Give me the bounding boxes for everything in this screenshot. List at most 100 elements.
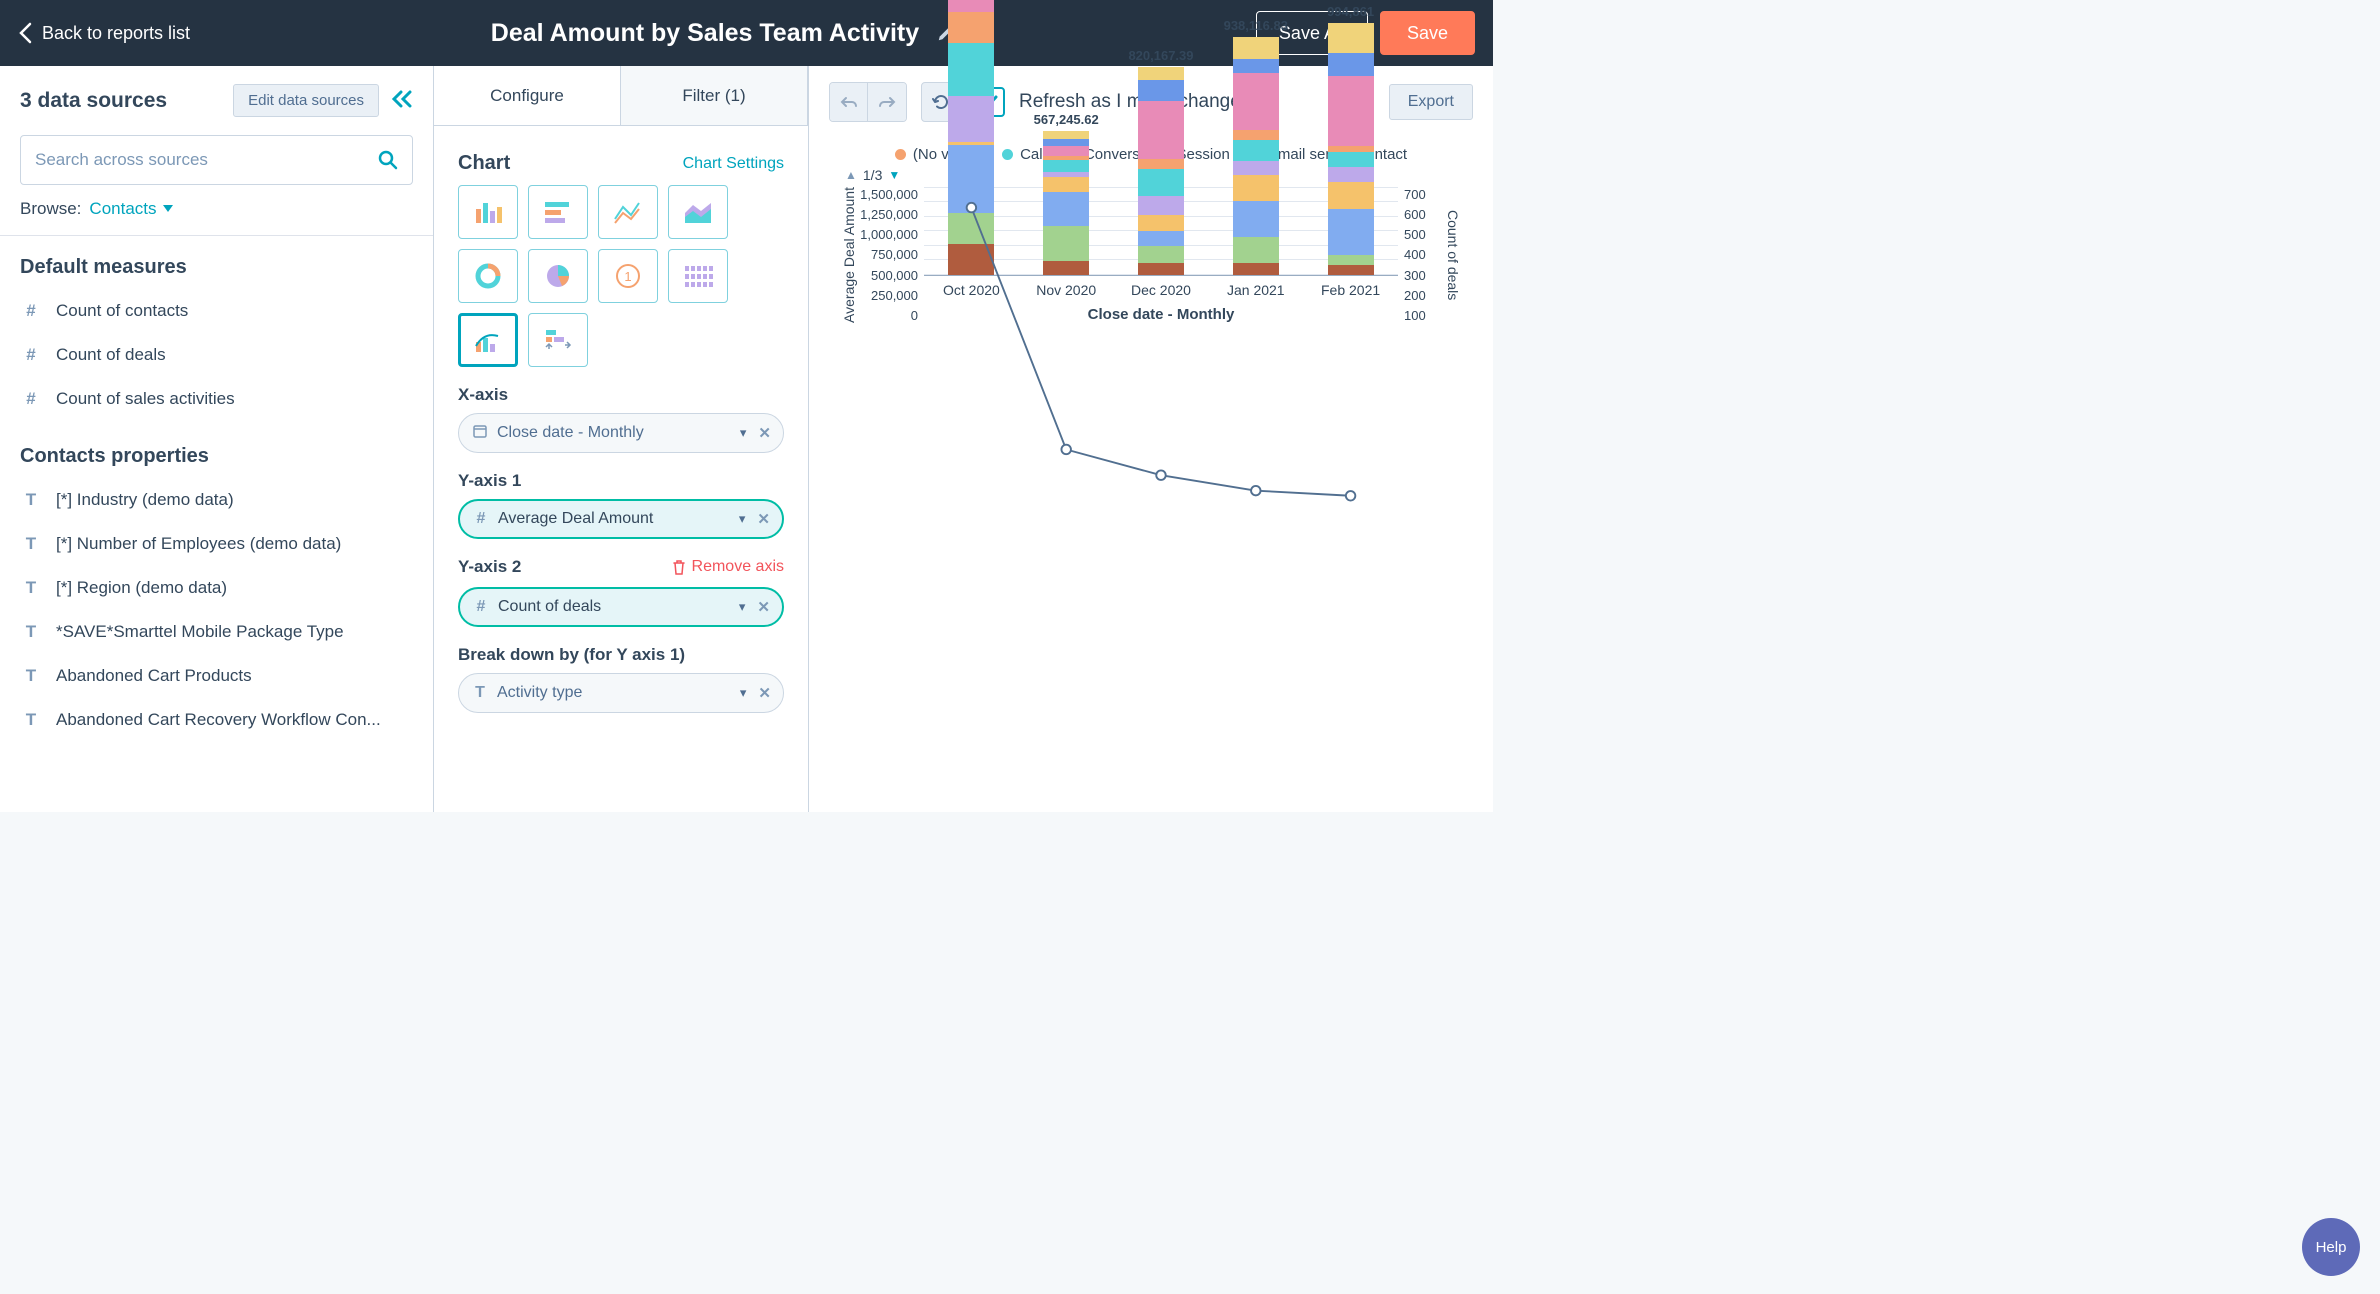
chart-type-donut[interactable] — [458, 249, 518, 303]
stacked-bar[interactable] — [1138, 67, 1184, 275]
legend-page-next[interactable]: ▼ — [888, 168, 900, 182]
y-right-tick: 700 — [1404, 187, 1437, 202]
property-label: *SAVE*Smarttel Mobile Package Type — [56, 622, 344, 642]
bar-slot: 820,167.39 — [1114, 187, 1209, 275]
bar-segment — [1328, 182, 1374, 210]
bar-segment — [1233, 263, 1279, 275]
remove-axis-link[interactable]: Remove axis — [672, 558, 784, 576]
remove-y1-axis-button[interactable]: ✕ — [757, 510, 770, 528]
search-input[interactable] — [35, 150, 378, 170]
search-sources-field[interactable] — [20, 135, 413, 185]
legend-item[interactable]: Call — [1002, 146, 1046, 163]
chart-type-column[interactable] — [458, 185, 518, 239]
bar-total-label: 938,116.83 — [1191, 18, 1321, 33]
text-type-icon: T — [20, 490, 42, 510]
stacked-bar[interactable] — [1328, 23, 1374, 275]
property-item[interactable]: T[*] Region (demo data) — [8, 566, 425, 610]
break-down-field[interactable]: T Activity type ▾ ✕ — [458, 673, 784, 713]
tab-filter[interactable]: Filter (1) — [620, 66, 808, 126]
calendar-icon — [471, 424, 489, 443]
y-axis-right-title: Count of deals — [1443, 187, 1463, 323]
chart-type-bar[interactable] — [528, 185, 588, 239]
chart-type-table[interactable] — [668, 249, 728, 303]
undo-icon — [840, 94, 858, 110]
default-measures-heading: Default measures — [0, 236, 433, 285]
measure-item[interactable]: #Count of sales activities — [8, 377, 425, 421]
property-label: Abandoned Cart Recovery Workflow Con... — [56, 710, 381, 730]
chart-type-line[interactable] — [598, 185, 658, 239]
remove-x-axis-button[interactable]: ✕ — [758, 424, 771, 442]
help-fab[interactable]: Help — [2302, 1218, 2360, 1276]
line-point[interactable] — [1251, 486, 1260, 495]
bar-segment — [1328, 53, 1374, 76]
stacked-bar[interactable] — [1233, 37, 1279, 275]
undo-button[interactable] — [830, 83, 868, 121]
measure-item[interactable]: #Count of contacts — [8, 289, 425, 333]
legend-page-prev[interactable]: ▲ — [845, 168, 857, 182]
bar-segment — [1233, 237, 1279, 263]
x-axis-field[interactable]: Close date - Monthly ▾ ✕ — [458, 413, 784, 453]
chevron-down-icon: ▾ — [740, 685, 747, 701]
y-right-tick: 300 — [1404, 268, 1437, 283]
line-point[interactable] — [1346, 491, 1355, 500]
y-axis-1-field[interactable]: # Average Deal Amount ▾ ✕ — [458, 499, 784, 539]
bar-segment — [1233, 201, 1279, 237]
y-right-tick: 600 — [1404, 207, 1437, 222]
chevron-down-icon: ▾ — [739, 511, 746, 527]
stacked-bar[interactable] — [1043, 131, 1089, 275]
legend-pager: 1/3 — [863, 167, 882, 183]
bar-segment — [1043, 146, 1089, 156]
bar-segment — [948, 12, 994, 43]
y-axis-1-label: Y-axis 1 — [458, 471, 784, 491]
bar-segment — [948, 213, 994, 244]
bar-segment — [1233, 140, 1279, 161]
bar-segment — [1043, 139, 1089, 146]
bar-segment — [1043, 226, 1089, 260]
chart-type-pie[interactable] — [528, 249, 588, 303]
tab-configure[interactable]: Configure — [434, 66, 620, 126]
y-right-tick: 500 — [1404, 227, 1437, 242]
property-item[interactable]: T[*] Number of Employees (demo data) — [8, 522, 425, 566]
chart-type-kpi[interactable]: 1 — [598, 249, 658, 303]
remove-breakdown-button[interactable]: ✕ — [758, 684, 771, 702]
hash-icon: # — [472, 510, 490, 528]
chevron-left-icon — [18, 22, 32, 44]
property-item[interactable]: TAbandoned Cart Recovery Workflow Con... — [8, 698, 425, 742]
bar-segment — [1328, 167, 1374, 182]
property-item[interactable]: TAbandoned Cart Products — [8, 654, 425, 698]
y-right-tick: 100 — [1404, 308, 1437, 323]
stacked-bar[interactable] — [948, 0, 994, 275]
property-item[interactable]: T*SAVE*Smarttel Mobile Package Type — [8, 610, 425, 654]
line-point[interactable] — [1061, 445, 1070, 454]
chart-type-combo[interactable] — [458, 313, 518, 367]
legend-swatch — [895, 149, 906, 160]
chart-type-pivot[interactable] — [528, 313, 588, 367]
remove-y2-axis-button[interactable]: ✕ — [757, 598, 770, 616]
browse-source-dropdown[interactable]: Contacts — [89, 199, 172, 219]
legend-swatch — [1002, 149, 1013, 160]
x-tick: Nov 2020 — [1019, 282, 1114, 298]
property-item[interactable]: T[*] Industry (demo data) — [8, 478, 425, 522]
measure-item[interactable]: #Count of deals — [8, 333, 425, 377]
chart-settings-link[interactable]: Chart Settings — [683, 155, 784, 173]
report-title: Deal Amount by Sales Team Activity — [491, 19, 919, 48]
text-type-icon: T — [20, 534, 42, 554]
bar-segment — [1328, 76, 1374, 147]
collapse-panel-button[interactable] — [391, 87, 413, 115]
y-left-tick: 250,000 — [859, 288, 918, 303]
y-axis-2-value: Count of deals — [498, 598, 731, 616]
y-axis-2-field[interactable]: # Count of deals ▾ ✕ — [458, 587, 784, 627]
browse-label: Browse: — [20, 199, 81, 219]
bar-segment — [1233, 161, 1279, 175]
line-point[interactable] — [1156, 470, 1165, 479]
export-button[interactable]: Export — [1389, 84, 1473, 120]
bar-segment — [1328, 265, 1374, 275]
back-to-reports-link[interactable]: Back to reports list — [18, 22, 190, 44]
bar-segment — [1233, 130, 1279, 140]
redo-button[interactable] — [868, 83, 906, 121]
edit-data-sources-button[interactable]: Edit data sources — [233, 84, 379, 117]
chart-type-area[interactable] — [668, 185, 728, 239]
bar-segment — [948, 145, 994, 213]
y-left-tick: 0 — [859, 308, 918, 323]
caret-down-icon — [163, 205, 173, 213]
